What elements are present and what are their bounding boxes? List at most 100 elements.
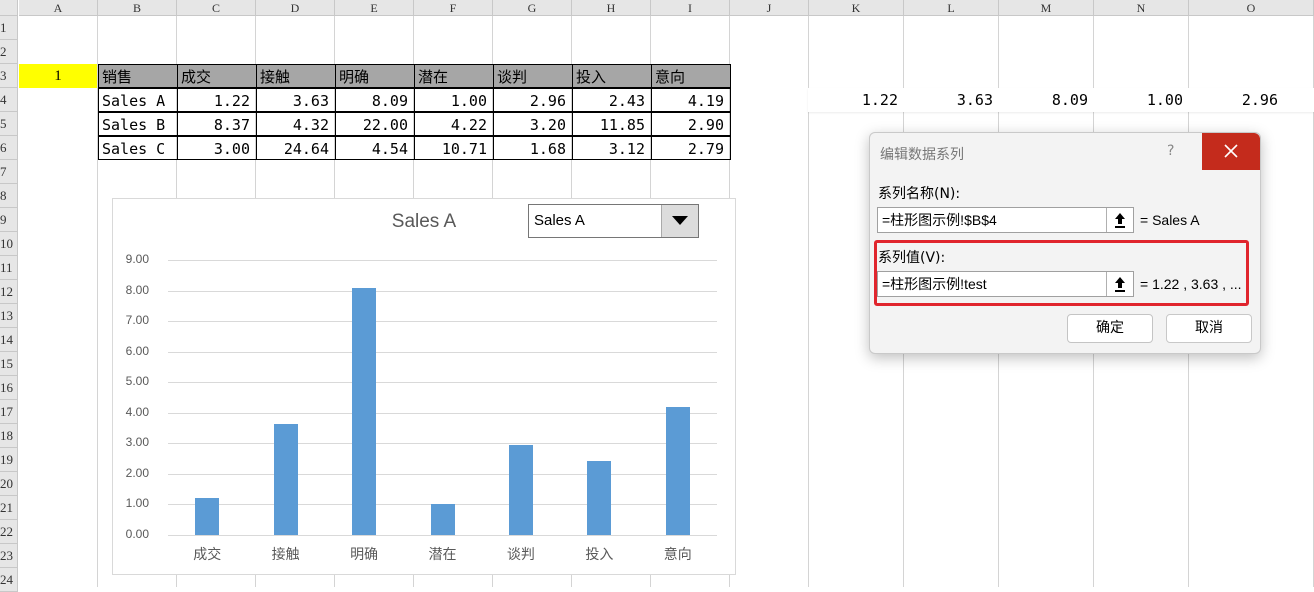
row-header-corner[interactable] — [0, 0, 18, 16]
bar-chart[interactable]: Sales A Sales A 0.00 1.00 2.00 3.00 4.00 5.00… — [112, 198, 736, 575]
bar-5[interactable] — [587, 460, 612, 535]
y-tick-label: 7.00 — [125, 313, 149, 328]
row-header-8[interactable]: 8 — [0, 184, 18, 208]
row-header-13[interactable]: 13 — [0, 304, 18, 328]
table-header[interactable]: 成交 — [177, 64, 257, 88]
helper-cell[interactable]: 8.09 — [999, 88, 1094, 112]
bar-2[interactable] — [352, 287, 377, 535]
cancel-button[interactable]: 取消 — [1166, 314, 1252, 343]
table-cell[interactable]: 10.71 — [414, 136, 494, 160]
row-header-20[interactable]: 20 — [0, 472, 18, 496]
help-button[interactable]: ? — [1167, 143, 1174, 159]
bar-1[interactable] — [273, 424, 298, 535]
table-row-name[interactable]: Sales C — [98, 136, 178, 160]
gridline — [168, 473, 717, 475]
row-header-12[interactable]: 12 — [0, 280, 18, 304]
table-header[interactable]: 潜在 — [414, 64, 494, 88]
row-header-21[interactable]: 21 — [0, 496, 18, 520]
table-cell[interactable]: 1.22 — [177, 88, 257, 112]
column-header-o[interactable]: O — [1189, 0, 1314, 16]
helper-cell[interactable]: 2.96 — [1189, 88, 1284, 112]
table-cell[interactable]: 1.68 — [493, 136, 573, 160]
row-header-17[interactable]: 17 — [0, 400, 18, 424]
row-header-9[interactable]: 9 — [0, 208, 18, 232]
table-cell[interactable]: 22.00 — [335, 112, 415, 136]
row-header-2[interactable]: 2 — [0, 40, 18, 64]
row-header-22[interactable]: 22 — [0, 520, 18, 544]
row-header-18[interactable]: 18 — [0, 424, 18, 448]
row-header-6[interactable]: 6 — [0, 136, 18, 160]
table-cell[interactable]: 4.54 — [335, 136, 415, 160]
table-header[interactable]: 明确 — [335, 64, 415, 88]
close-button[interactable] — [1202, 133, 1260, 170]
table-cell[interactable]: 2.90 — [651, 112, 731, 136]
row-header-24[interactable]: 24 — [0, 568, 18, 592]
helper-cell[interactable]: 1.22 — [809, 88, 904, 112]
y-tick-label: 1.00 — [125, 496, 149, 511]
bar-4[interactable] — [508, 444, 533, 535]
column-header-m[interactable]: M — [999, 0, 1094, 16]
table-cell[interactable]: 2.43 — [572, 88, 652, 112]
column-header-h[interactable]: H — [572, 0, 651, 16]
column-header-g[interactable]: G — [493, 0, 572, 16]
table-cell[interactable]: 11.85 — [572, 112, 652, 136]
table-cell[interactable]: 8.37 — [177, 112, 257, 136]
gridline — [168, 321, 717, 323]
bar-6[interactable] — [665, 406, 690, 535]
table-cell[interactable]: 3.00 — [177, 136, 257, 160]
ok-button[interactable]: 确定 — [1067, 314, 1153, 343]
helper-cell[interactable]: 3.63 — [904, 88, 999, 112]
row-header-16[interactable]: 16 — [0, 376, 18, 400]
table-cell[interactable]: 3.20 — [493, 112, 573, 136]
row-header-4[interactable]: 4 — [0, 88, 18, 112]
column-header-e[interactable]: E — [335, 0, 414, 16]
row-header-1[interactable]: 1 — [0, 16, 18, 40]
table-cell[interactable]: 1.00 — [414, 88, 494, 112]
cell-a3[interactable]: 1 — [19, 64, 97, 88]
table-header[interactable]: 接触 — [256, 64, 336, 88]
row-header-10[interactable]: 10 — [0, 232, 18, 256]
helper-cell[interactable]: 1.00 — [1094, 88, 1189, 112]
series-name-input[interactable]: =柱形图示例!$B$4 — [877, 207, 1134, 233]
table-row-name[interactable]: Sales A — [98, 88, 178, 112]
row-header-5[interactable]: 5 — [0, 112, 18, 136]
table-cell[interactable]: 3.63 — [256, 88, 336, 112]
table-cell[interactable]: 4.22 — [414, 112, 494, 136]
table-cell[interactable]: 4.32 — [256, 112, 336, 136]
table-cell[interactable]: 2.96 — [493, 88, 573, 112]
table-cell[interactable]: 3.12 — [572, 136, 652, 160]
column-header-f[interactable]: F — [414, 0, 493, 16]
collapse-dialog-button[interactable] — [1106, 208, 1133, 232]
row-header-14[interactable]: 14 — [0, 328, 18, 352]
y-tick-label: 0.00 — [125, 527, 149, 541]
gridline — [168, 382, 717, 384]
bar-0[interactable] — [195, 497, 220, 535]
column-header-a[interactable]: A — [19, 0, 98, 16]
row-header-23[interactable]: 23 — [0, 544, 18, 568]
row-header-7[interactable]: 7 — [0, 160, 18, 184]
column-header-n[interactable]: N — [1094, 0, 1189, 16]
column-header-b[interactable]: B — [98, 0, 177, 16]
column-header-k[interactable]: K — [809, 0, 904, 16]
row-header-3[interactable]: 3 — [0, 64, 18, 88]
column-header-l[interactable]: L — [904, 0, 999, 16]
bar-3[interactable] — [430, 504, 455, 535]
table-cell[interactable]: 8.09 — [335, 88, 415, 112]
table-cell[interactable]: 2.79 — [651, 136, 731, 160]
column-header-i[interactable]: I — [651, 0, 730, 16]
table-cell[interactable]: 4.19 — [651, 88, 731, 112]
column-header-c[interactable]: C — [177, 0, 256, 16]
table-row-name[interactable]: Sales B — [98, 112, 178, 136]
row-header-19[interactable]: 19 — [0, 448, 18, 472]
table-header[interactable]: 投入 — [572, 64, 652, 88]
row-header-15[interactable]: 15 — [0, 352, 18, 376]
table-header[interactable]: 销售 — [98, 64, 178, 88]
dropdown-arrow-icon[interactable] — [661, 205, 698, 237]
series-dropdown[interactable]: Sales A — [528, 204, 699, 238]
row-header-11[interactable]: 11 — [0, 256, 18, 280]
table-header[interactable]: 意向 — [651, 64, 731, 88]
table-header[interactable]: 谈判 — [493, 64, 573, 88]
column-header-j[interactable]: J — [730, 0, 809, 16]
column-header-d[interactable]: D — [256, 0, 335, 16]
table-cell[interactable]: 24.64 — [256, 136, 336, 160]
